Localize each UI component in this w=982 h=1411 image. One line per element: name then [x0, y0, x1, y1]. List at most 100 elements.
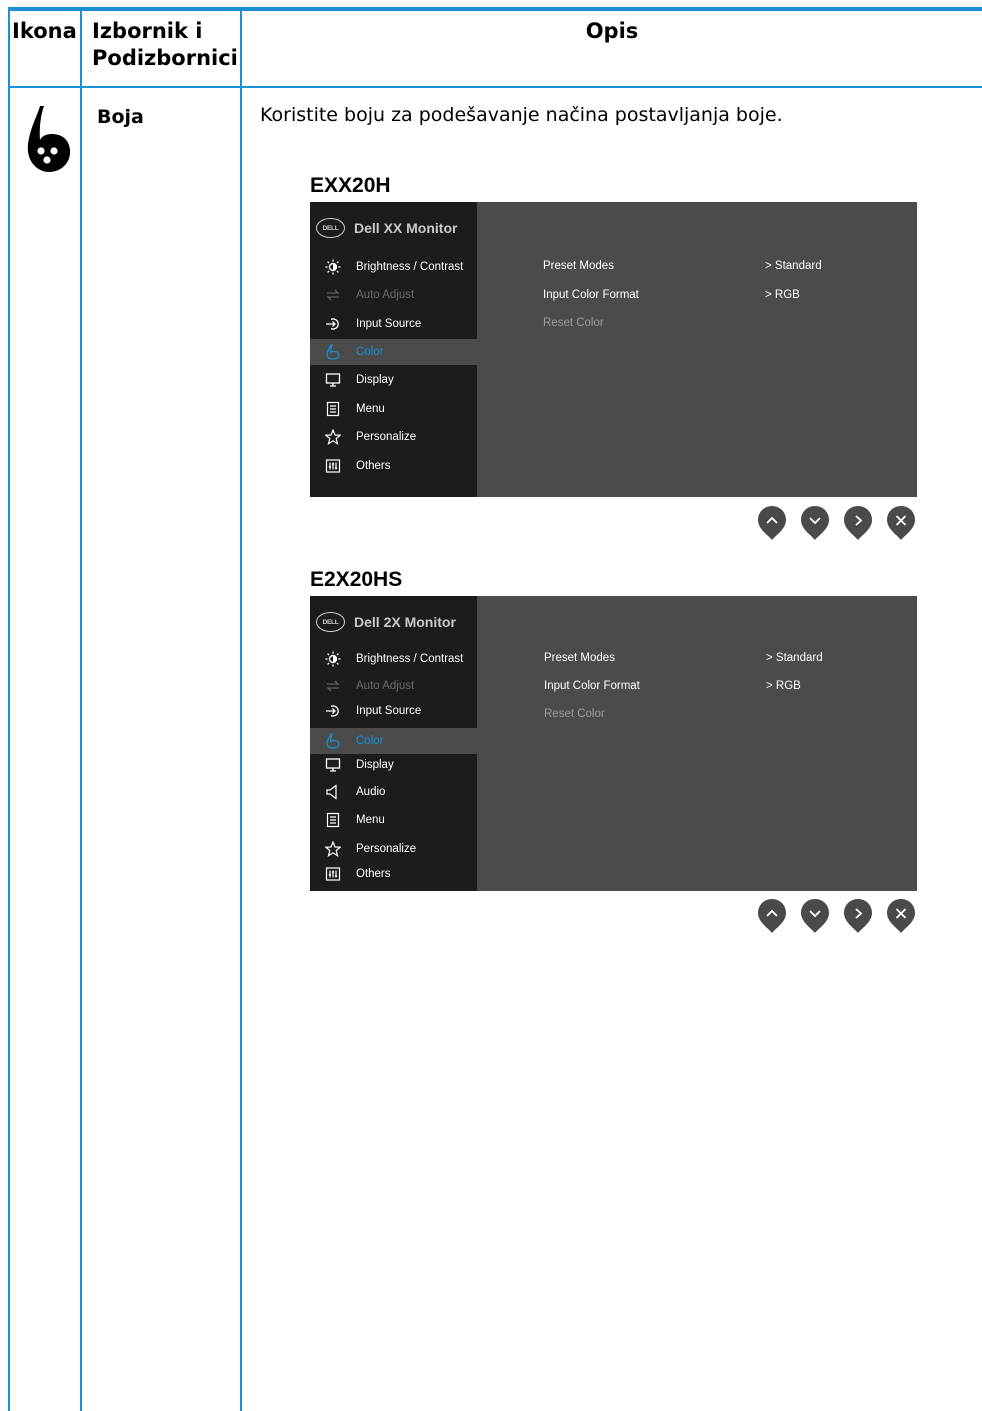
close-button[interactable]	[886, 505, 916, 541]
osd-menu-label: Brightness / Contrast	[356, 653, 464, 665]
down-button[interactable]	[800, 898, 830, 934]
osd-menu-item-personalize[interactable]: Personalize	[310, 424, 477, 450]
osd-menu-item-display[interactable]: Display	[310, 752, 477, 778]
osd-submenu-item[interactable]: Preset Modes	[543, 260, 614, 272]
brightness-icon	[324, 650, 342, 668]
osd-menu-item-auto-adjust[interactable]: Auto Adjust	[310, 282, 477, 308]
osd-menu-item-audio[interactable]: Audio	[310, 779, 477, 805]
osd-submenu-item[interactable]: Reset Color	[543, 317, 604, 329]
speaker-icon	[324, 783, 342, 801]
osd-submenu-value: > Standard	[765, 260, 822, 272]
osd-menu-label: Audio	[356, 786, 386, 798]
osd-buttons	[757, 898, 917, 938]
monitor-name: Dell 2X Monitor	[354, 614, 456, 630]
color-icon	[324, 343, 342, 361]
osd-menu-label: Color	[356, 735, 384, 747]
menu-name-boja: Boja	[97, 106, 144, 128]
osd-menu-label: Input Source	[356, 705, 422, 717]
table-top-border	[8, 7, 982, 11]
chevron-up-icon	[758, 506, 786, 540]
osd-menu-item-brightness-contrast[interactable]: Brightness / Contrast	[310, 254, 477, 280]
header-menu-line2: Podizbornici	[92, 46, 238, 70]
osd-header: DELL Dell 2X Monitor	[316, 609, 456, 635]
osd-menu-label: Input Source	[356, 318, 422, 330]
osd-menu-item-others[interactable]: Others	[310, 453, 477, 479]
osd-submenu-item[interactable]: Input Color Format	[543, 289, 639, 301]
osd-menu-item-others[interactable]: Others	[310, 861, 477, 887]
right-button[interactable]	[843, 505, 873, 541]
right-button[interactable]	[843, 898, 873, 934]
osd-menu-label: Display	[356, 759, 394, 771]
header-icon-column: Ikona	[12, 19, 77, 43]
osd-submenu-item[interactable]: Input Color Format	[544, 680, 640, 692]
down-button[interactable]	[800, 505, 830, 541]
chevron-right-icon	[844, 899, 872, 933]
model-label: EXX20H	[310, 174, 391, 197]
osd-submenu-value: > Standard	[766, 652, 823, 664]
osd-menu-item-input-source[interactable]: Input Source	[310, 311, 477, 337]
close-button[interactable]	[886, 898, 916, 934]
header-menu-column: Izbornik i Podizbornici	[92, 18, 240, 72]
osd-menu-item-menu[interactable]: Menu	[310, 807, 477, 833]
table-column-divider	[80, 7, 82, 1411]
table-column-divider	[240, 7, 242, 1411]
others-icon	[324, 865, 342, 883]
up-button[interactable]	[757, 898, 787, 934]
osd-menu-label: Auto Adjust	[356, 680, 415, 692]
chevron-right-icon	[844, 506, 872, 540]
close-icon	[887, 899, 915, 933]
osd-menu-label: Brightness / Contrast	[356, 261, 464, 273]
osd-submenu-value: > RGB	[765, 289, 800, 301]
up-button[interactable]	[757, 505, 787, 541]
star-icon	[324, 840, 342, 858]
table-left-border	[8, 7, 10, 1411]
osd-buttons	[757, 505, 917, 545]
osd-panel: DELL Dell 2X Monitor Brightness / Contra…	[310, 596, 917, 891]
dell-logo: DELL	[316, 612, 345, 632]
osd-panel: DELL Dell XX Monitor Brightness / Contra…	[310, 202, 917, 497]
color-drop-icon	[26, 104, 72, 174]
chevron-down-icon	[801, 899, 829, 933]
monitor-name: Dell XX Monitor	[354, 220, 458, 236]
osd-menu-item-menu[interactable]: Menu	[310, 396, 477, 422]
osd-menu-item-display[interactable]: Display	[310, 367, 477, 393]
dell-logo: DELL	[316, 218, 345, 238]
brightness-icon	[324, 258, 342, 276]
model-label: E2X20HS	[310, 568, 403, 591]
osd-submenu-value: > RGB	[766, 680, 801, 692]
osd-submenu-item[interactable]: Reset Color	[544, 708, 605, 720]
osd-menu-item-color[interactable]: Color	[310, 339, 477, 365]
osd-menu-item-personalize[interactable]: Personalize	[310, 836, 477, 862]
osd-menu-item-auto-adjust[interactable]: Auto Adjust	[310, 673, 477, 699]
color-icon	[324, 732, 342, 750]
osd-menu-label: Menu	[356, 403, 385, 415]
input-source-icon	[324, 702, 342, 720]
menu-icon	[324, 811, 342, 829]
chevron-up-icon	[758, 899, 786, 933]
header-menu-line1: Izbornik i	[92, 19, 203, 43]
osd-menu-label: Color	[356, 346, 384, 358]
osd-menu-label: Auto Adjust	[356, 289, 415, 301]
osd-menu-label: Menu	[356, 814, 385, 826]
close-icon	[887, 506, 915, 540]
osd-header: DELL Dell XX Monitor	[316, 215, 457, 241]
row-description: Koristite boju za podešavanje načina pos…	[260, 104, 783, 126]
header-description-column: Opis	[585, 19, 639, 43]
chevron-down-icon	[801, 506, 829, 540]
display-icon	[324, 756, 342, 774]
osd-menu-label: Others	[356, 868, 391, 880]
auto-adjust-icon	[324, 286, 342, 304]
others-icon	[324, 457, 342, 475]
auto-adjust-icon	[324, 677, 342, 695]
osd-submenu-item[interactable]: Preset Modes	[544, 652, 615, 664]
osd-menu-label: Personalize	[356, 431, 417, 443]
osd-menu-label: Display	[356, 374, 394, 386]
menu-icon	[324, 400, 342, 418]
input-source-icon	[324, 315, 342, 333]
osd-menu-item-color[interactable]: Color	[310, 728, 477, 754]
osd-menu-label: Personalize	[356, 843, 417, 855]
osd-menu-item-input-source[interactable]: Input Source	[310, 698, 477, 724]
osd-menu-item-brightness-contrast[interactable]: Brightness / Contrast	[310, 646, 477, 672]
osd-menu-label: Others	[356, 460, 391, 472]
display-icon	[324, 371, 342, 389]
